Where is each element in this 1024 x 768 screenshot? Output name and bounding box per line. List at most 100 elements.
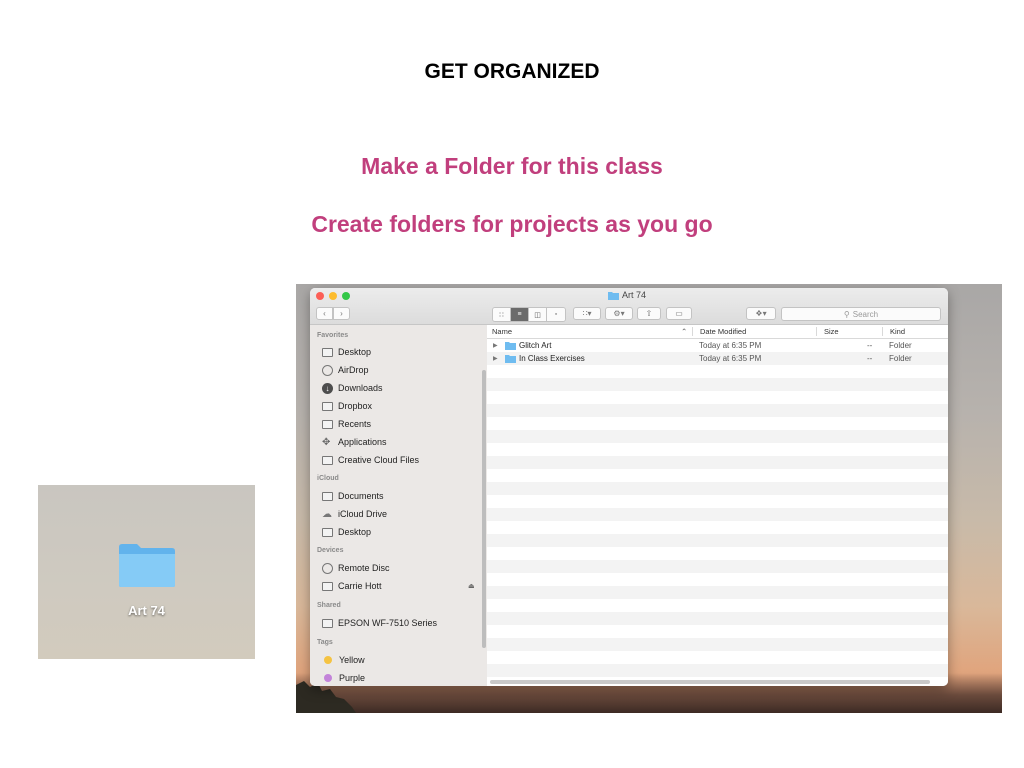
disclosure-triangle-icon[interactable]: ▶ (493, 355, 498, 362)
search-input[interactable]: ⚲ Search (781, 307, 941, 321)
search-icon: ⚲ (843, 309, 850, 319)
empty-row (487, 508, 948, 521)
empty-row (487, 495, 948, 508)
sidebar-item-dropbox[interactable]: Dropbox (322, 399, 372, 413)
file-kind: Folder (889, 341, 912, 350)
empty-row (487, 521, 948, 534)
file-size: -- (867, 341, 873, 350)
cloud-icon: ☁ (322, 508, 332, 520)
table-row[interactable]: ▶ In Class Exercises Today at 6:35 PM --… (487, 352, 948, 365)
sidebar-item-label: Creative Cloud Files (338, 455, 420, 465)
column-view-button[interactable]: ◫ (529, 308, 547, 321)
disclosure-triangle-icon[interactable]: ▶ (493, 342, 498, 349)
close-button[interactable] (316, 292, 324, 300)
folder-icon (608, 291, 619, 300)
share-button[interactable]: ⇧ (637, 307, 661, 320)
zoom-button[interactable] (342, 292, 350, 300)
file-date: Today at 6:35 PM (699, 341, 762, 350)
sidebar-item-label: AirDrop (338, 365, 369, 375)
tag-dot-icon (324, 656, 332, 664)
sidebar-item-label: Downloads (338, 383, 383, 393)
file-kind: Folder (889, 354, 912, 363)
sidebar-item-icloud-drive[interactable]: ☁ iCloud Drive (322, 507, 387, 521)
sidebar-item-remote-disc[interactable]: Remote Disc (322, 561, 390, 575)
empty-row (487, 430, 948, 443)
empty-row (487, 664, 948, 677)
column-divider[interactable] (816, 327, 817, 336)
slide-title: GET ORGANIZED (424, 60, 600, 83)
desktop-icon (322, 527, 333, 537)
file-size: -- (867, 354, 873, 363)
share-icon: ⇧ (645, 309, 653, 318)
column-name[interactable]: Name (492, 327, 512, 336)
sidebar-item-epson[interactable]: EPSON WF-7510 Series (322, 616, 437, 630)
list-view-button[interactable]: ≡ (511, 308, 529, 321)
empty-row (487, 612, 948, 625)
column-divider[interactable] (882, 327, 883, 336)
empty-row (487, 378, 948, 391)
sidebar: Favorites Desktop AirDrop ↓ Downloads Dro… (310, 325, 487, 686)
sidebar-item-recents[interactable]: Recents (322, 417, 371, 431)
dropbox-button[interactable]: ❖▾ (746, 307, 776, 320)
table-row[interactable]: ▶ Glitch Art Today at 6:35 PM -- Folder (487, 339, 948, 352)
forward-button[interactable]: › (333, 307, 350, 320)
view-mode-selector[interactable]: ∷ ≡ ◫ ▫ (492, 307, 566, 322)
horizontal-scrollbar[interactable] (490, 680, 930, 684)
empty-row (487, 573, 948, 586)
sidebar-item-documents[interactable]: Documents (322, 489, 384, 503)
window-title: Art 74 (608, 290, 646, 300)
sidebar-item-tag-purple[interactable]: Purple (322, 671, 365, 685)
tags-button[interactable]: ▭ (666, 307, 692, 320)
sidebar-item-label: Desktop (338, 527, 372, 537)
chevron-right-icon: › (340, 309, 343, 318)
file-rows: ▶ Glitch Art Today at 6:35 PM -- Folder … (487, 339, 948, 679)
sidebar-item-creative-cloud[interactable]: Creative Cloud Files (322, 453, 419, 467)
sidebar-header-favorites: Favorites (317, 332, 349, 339)
sidebar-item-label: Desktop (338, 347, 372, 357)
window-titlebar: Art 74 ‹ › ∷ ≡ ◫ ▫ ∷▾ ⚙▾ ⇧ ▭ ❖▾ ⚲ Search (310, 288, 948, 325)
sidebar-item-tag-yellow[interactable]: Yellow (322, 653, 365, 667)
sidebar-item-downloads[interactable]: ↓ Downloads (322, 381, 383, 395)
empty-row (487, 417, 948, 430)
sidebar-item-icloud-desktop[interactable]: Desktop (322, 525, 371, 539)
sidebar-item-label: Applications (338, 437, 387, 447)
empty-row (487, 404, 948, 417)
folder-icon[interactable] (117, 541, 177, 589)
folder-label[interactable]: Art 74 (38, 603, 255, 618)
applications-icon: ✥ (322, 436, 331, 448)
arrange-button[interactable]: ∷▾ (573, 307, 601, 320)
sidebar-item-carrie-hott[interactable]: Carrie Hott (322, 579, 382, 593)
sidebar-scrollbar[interactable] (482, 370, 486, 648)
chevron-up-icon[interactable]: ⌃ (681, 327, 687, 336)
downloads-icon: ↓ (322, 382, 333, 394)
sidebar-item-applications[interactable]: ✥ Applications (322, 435, 387, 449)
finder-window: Art 74 ‹ › ∷ ≡ ◫ ▫ ∷▾ ⚙▾ ⇧ ▭ ❖▾ ⚲ Search… (310, 288, 948, 686)
minimize-button[interactable] (329, 292, 337, 300)
sidebar-item-airdrop[interactable]: AirDrop (322, 363, 369, 377)
sidebar-item-label: iCloud Drive (338, 509, 388, 519)
sidebar-header-tags: Tags (317, 639, 333, 646)
column-size[interactable]: Size (824, 327, 839, 336)
empty-row (487, 456, 948, 469)
sidebar-item-label: Documents (338, 491, 384, 501)
search-placeholder: Search (852, 309, 879, 319)
folder-icon (322, 455, 333, 465)
tag-dot-icon (324, 674, 332, 682)
eject-icon[interactable]: ⏏ (468, 582, 475, 590)
sidebar-item-label: EPSON WF-7510 Series (338, 618, 438, 628)
column-divider[interactable] (692, 327, 693, 336)
column-kind[interactable]: Kind (890, 327, 905, 336)
empty-row (487, 586, 948, 599)
action-button[interactable]: ⚙▾ (605, 307, 633, 320)
column-date-modified[interactable]: Date Modified (700, 327, 746, 336)
back-button[interactable]: ‹ (316, 307, 333, 320)
folder-icon (505, 342, 516, 350)
display-icon (322, 618, 333, 628)
sidebar-item-desktop[interactable]: Desktop (322, 345, 371, 359)
sidebar-header-shared: Shared (317, 602, 341, 609)
file-list: Name ⌃ Date Modified Size Kind ▶ Glitch … (487, 325, 948, 686)
empty-row (487, 651, 948, 664)
icon-view-button[interactable]: ∷ (493, 308, 511, 321)
gallery-view-button[interactable]: ▫ (547, 308, 565, 321)
grid-icon: ∷▾ (582, 309, 592, 318)
